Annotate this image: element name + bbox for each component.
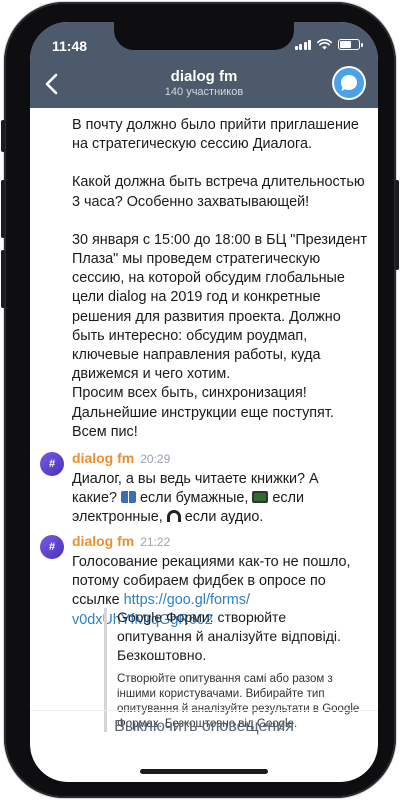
sender-avatar[interactable]: # [40,452,64,476]
message-author[interactable]: dialog fm [72,533,134,549]
message-text-part: если бумажные, [135,490,253,507]
form-link[interactable]: https://goo.gl/forms/ [124,592,250,608]
screen: 11:48 dialog fm 140 участников В почту д… [30,22,378,782]
message-text-part: какие? [72,490,121,507]
sender-avatar[interactable]: # [40,535,64,559]
message-line: Дальнейшие инструкции еще поступят. [72,404,334,421]
message-line: Просим всех быть, синхронизация! [72,385,307,402]
message-line: на стратегическую сессию Диалога. [72,136,312,153]
message-line: 3 часа? Особенно захватывающей! [72,193,310,210]
message-text-part: ссылке [72,592,124,609]
message-time: 21:22 [140,535,171,549]
volume-down-button [1,250,5,308]
message-text-part: потому собираем фидбек в опросе по [72,573,326,590]
link-preview-title[interactable]: Google Форми: створюйте опитування й ана… [117,608,362,665]
power-button [395,180,399,270]
message-text-part: Голосование рекациями как-то не пошло, [72,554,351,570]
message-line: движемся и чего хотим. [72,366,231,383]
message-text-part: если [268,490,305,507]
message-line: Всем пис! [72,423,138,440]
message-line: 30 января с 15:00 до 18:00 в БЦ "Президе… [72,231,367,248]
message-header: dialog fm 21:22 [72,533,170,549]
chat-header: 11:48 dialog fm 140 участников [30,22,378,108]
members-count: 140 участников [164,86,244,98]
wifi-icon [317,39,332,50]
message-line: ключевые направления работы, куда [72,347,321,364]
signal-icon [294,39,311,50]
message-line: сессию, на которой обсудим глобальные [72,270,345,287]
phone-frame: 11:48 dialog fm 140 участников В почту д… [1,2,399,798]
status-icons [294,39,363,50]
headphones-icon [166,510,181,523]
notch [114,22,294,50]
message-text-part: Диалог, а вы ведь читаете книжки? А [72,471,319,487]
link-preview[interactable]: Google Форми: створюйте опитування й ана… [104,608,362,732]
chat-bubble-icon [341,75,357,91]
mute-switch [1,120,5,152]
mute-notifications-button[interactable]: Выключить оповещения [30,718,378,736]
footer-divider [30,710,378,711]
message-line: быть интересно: обсудим роудмап, [72,327,308,344]
message-header: dialog fm 20:29 [72,450,170,466]
message-time: 20:29 [140,452,171,466]
chat-title[interactable]: dialog fm [30,68,378,85]
message-line: Плаза" мы проведем стратегическую [72,251,321,268]
message-line: В почту должно было прийти приглашение [72,117,359,133]
volume-up-button [1,180,5,238]
message-line: решения для развития проекта. Должно [72,308,341,325]
message-line: цели dialog на 2019 год и конкретные [72,289,321,306]
message-text-part: электронные, [72,509,167,526]
channel-avatar[interactable] [334,68,364,98]
message-continuation: В почту должно было прийти приглашение н… [72,116,372,442]
status-time: 11:48 [52,38,88,54]
message-author[interactable]: dialog fm [72,450,134,466]
message-text-part: если аудио. [180,509,264,526]
message-text: Диалог, а вы ведь читаете книжки? А каки… [72,470,368,528]
home-indicator[interactable] [140,769,268,774]
book-icon [120,491,136,504]
battery-icon [338,39,363,50]
message-line: Какой должна быть встреча длительностью [72,174,365,191]
computer-icon [252,491,269,504]
